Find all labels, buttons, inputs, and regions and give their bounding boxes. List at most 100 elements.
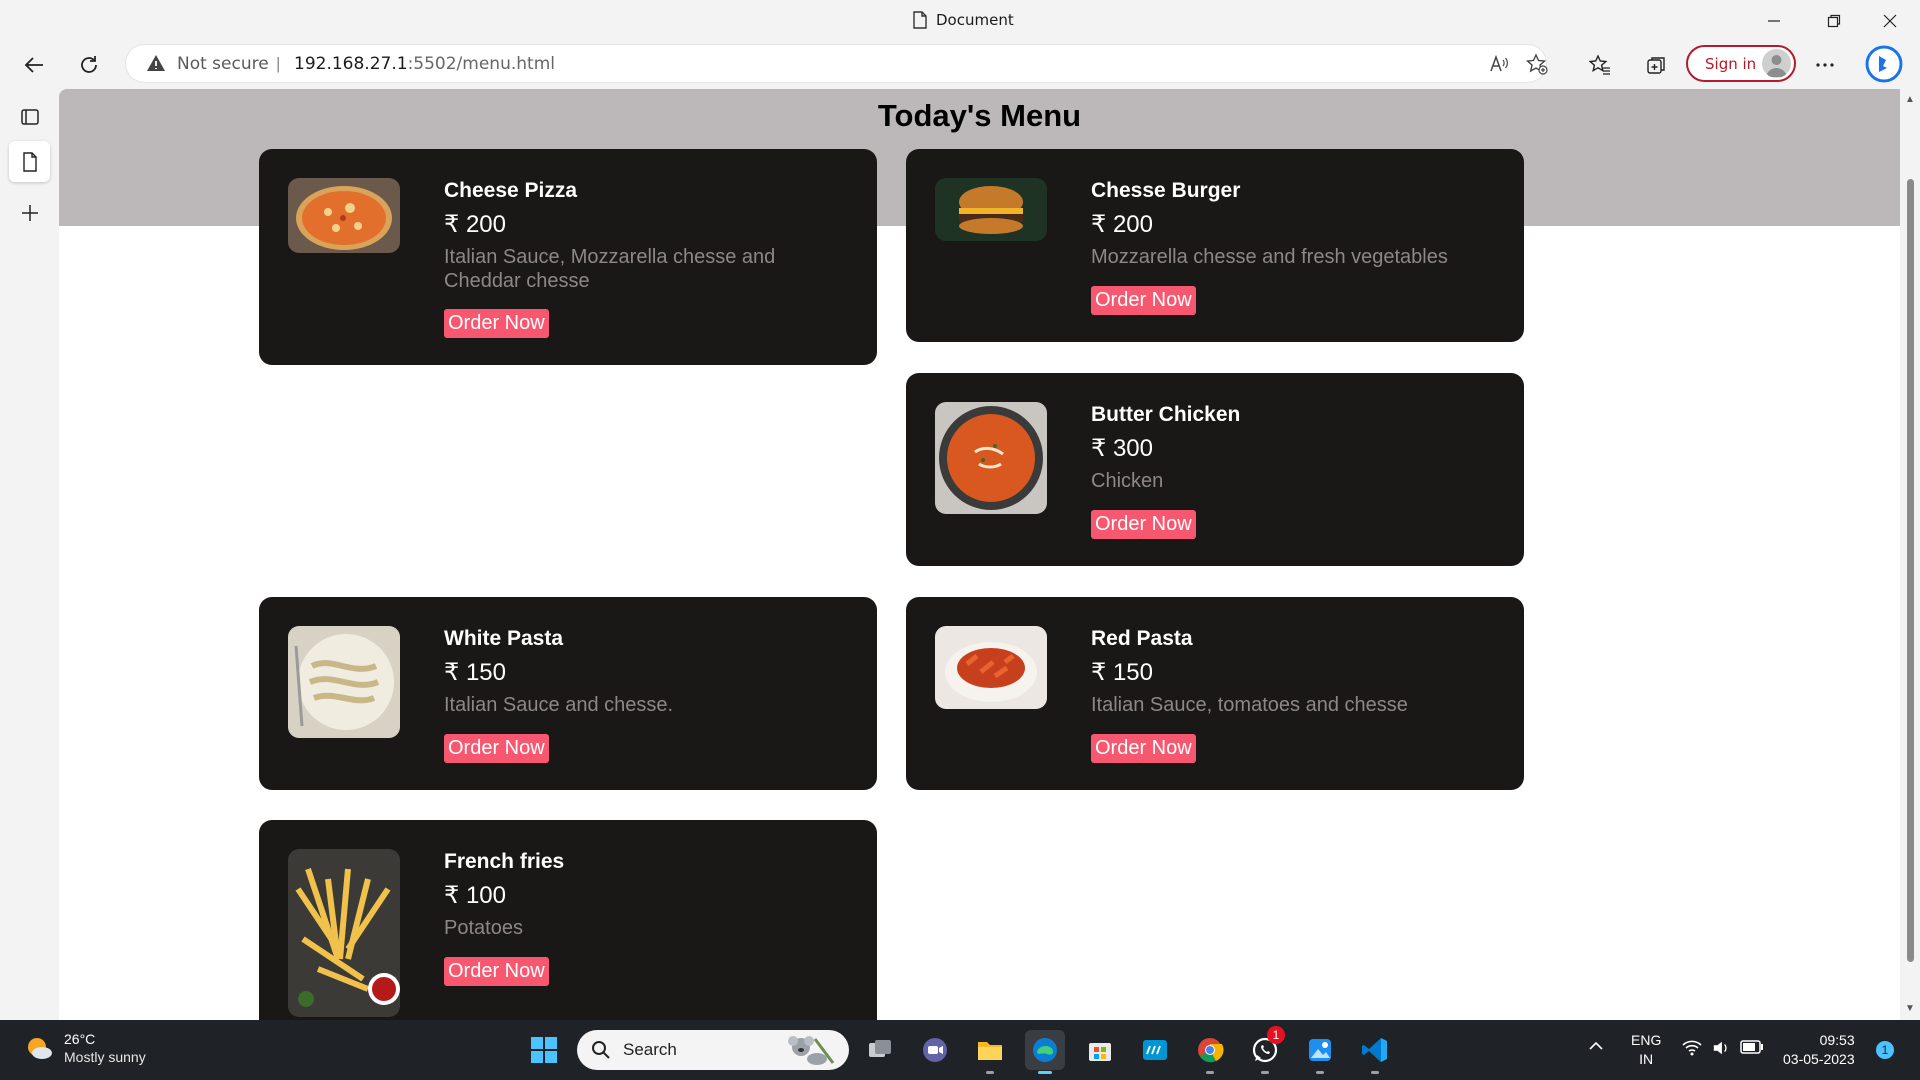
- item-name: Chesse Burger: [1091, 179, 1241, 202]
- photos-button[interactable]: [1300, 1030, 1340, 1074]
- back-arrow-icon: [24, 57, 43, 73]
- address-separator: |: [276, 54, 281, 73]
- item-name: Cheese Pizza: [444, 179, 578, 202]
- read-aloud-icon[interactable]: [1488, 53, 1510, 75]
- item-price: ₹ 200: [1091, 211, 1153, 238]
- url-host: 192.168.27.1: [294, 54, 408, 74]
- burger-image: [935, 178, 1047, 241]
- item-price: ₹ 150: [1091, 659, 1153, 686]
- notification-badge: 1: [1267, 1026, 1285, 1044]
- scrollbar-thumb[interactable]: [1907, 179, 1914, 962]
- security-status[interactable]: Not secure: [177, 54, 269, 74]
- battery-icon: [1740, 1040, 1763, 1054]
- item-name: White Pasta: [444, 627, 564, 650]
- clock[interactable]: 09:53 03-05-2023: [1783, 1031, 1855, 1069]
- window-title-text: Document: [936, 11, 1014, 29]
- tab-actions-button[interactable]: [9, 96, 50, 137]
- address-bar[interactable]: Not secure | 192.168.27.1:5502/menu.html: [126, 45, 1548, 82]
- sign-in-button[interactable]: Sign in: [1686, 45, 1796, 82]
- item-description: Italian Sauce and chesse.: [444, 694, 674, 716]
- refresh-icon: [81, 56, 97, 73]
- item-description: Potatoes: [444, 917, 523, 939]
- restore-icon: [1827, 14, 1841, 27]
- show-hidden-icons-button[interactable]: [1588, 1038, 1604, 1057]
- scroll-down-icon[interactable]: ▼: [1905, 1003, 1915, 1014]
- microsoft-store-button[interactable]: [1080, 1030, 1120, 1070]
- item-description: Italian Sauce, tomatoes and chesse: [1091, 694, 1408, 716]
- item-description: Mozzarella chesse and fresh vegetables: [1091, 246, 1448, 268]
- search-label: Search: [623, 1040, 677, 1059]
- url-text[interactable]: 192.168.27.1:5502/menu.html: [294, 54, 555, 74]
- minimize-icon: [1768, 19, 1780, 22]
- order-now-button[interactable]: Order Now: [444, 957, 549, 986]
- url-path: :5502/menu.html: [407, 54, 555, 74]
- start-button[interactable]: [524, 1030, 564, 1070]
- partly-sunny-icon: [28, 1038, 52, 1059]
- close-icon: [1883, 14, 1897, 27]
- file-explorer-button[interactable]: [970, 1030, 1010, 1074]
- order-now-button[interactable]: Order Now: [1091, 286, 1196, 315]
- myhp-button[interactable]: [1135, 1030, 1175, 1070]
- bing-copilot-button[interactable]: [1865, 45, 1903, 83]
- item-price: ₹ 150: [444, 659, 506, 686]
- collections-button[interactable]: [1637, 46, 1675, 84]
- taskbar-search[interactable]: Search: [577, 1030, 849, 1070]
- page-scrollbar[interactable]: ▲ ▼: [1900, 89, 1920, 1020]
- sign-in-label: Sign in: [1705, 54, 1757, 73]
- item-price: ₹ 200: [444, 211, 506, 238]
- photos-icon: [1309, 1039, 1331, 1061]
- wifi-icon: [1682, 1040, 1702, 1056]
- close-button[interactable]: [1862, 0, 1918, 41]
- new-tab-button[interactable]: [9, 192, 50, 233]
- language-indicator[interactable]: ENG IN: [1631, 1031, 1661, 1069]
- windows-logo-icon: [531, 1037, 557, 1063]
- running-indicator: [1038, 1071, 1052, 1074]
- more-options-button[interactable]: [1806, 46, 1844, 84]
- page-title: Today's Menu: [877, 98, 1082, 133]
- collections-icon: [1647, 57, 1665, 74]
- warning-icon[interactable]: [146, 53, 166, 73]
- chrome-button[interactable]: [1190, 1030, 1230, 1074]
- clock-date: 03-05-2023: [1783, 1051, 1855, 1067]
- page-icon: [22, 151, 37, 172]
- back-button[interactable]: [15, 46, 53, 84]
- scroll-up-icon[interactable]: ▲: [1905, 94, 1915, 105]
- edge-button[interactable]: [1025, 1030, 1065, 1074]
- window-title: Document: [912, 11, 1014, 29]
- window-titlebar: Document: [0, 0, 1920, 41]
- koala-highlight-icon: [788, 1036, 835, 1065]
- menu-card: French fries ₹ 100 Potatoes Order Now: [259, 820, 877, 1020]
- tab-document[interactable]: [9, 141, 50, 182]
- running-indicator: [1261, 1071, 1269, 1074]
- restore-button[interactable]: [1806, 0, 1862, 41]
- store-icon: [1089, 1043, 1111, 1061]
- task-view-button[interactable]: [860, 1030, 900, 1070]
- document-icon: [913, 11, 927, 29]
- item-name: Butter Chicken: [1091, 403, 1241, 426]
- volume-icon: [1713, 1041, 1727, 1055]
- windows-taskbar: 26°C Mostly sunny Search 1 ENG IN 09:53 …: [0, 1020, 1920, 1080]
- white-pasta-image: [288, 626, 400, 738]
- minimize-button[interactable]: [1746, 0, 1802, 41]
- order-now-button[interactable]: Order Now: [444, 309, 549, 338]
- teams-chat-button[interactable]: [915, 1030, 955, 1070]
- clock-time: 09:53: [1819, 1032, 1855, 1048]
- order-now-button[interactable]: Order Now: [444, 734, 549, 763]
- order-now-button[interactable]: Order Now: [1091, 734, 1196, 763]
- chat-icon: [923, 1038, 947, 1062]
- tab-actions-icon: [20, 108, 39, 125]
- cheese-pizza-image: [288, 178, 400, 253]
- system-tray-status[interactable]: [1682, 1040, 1764, 1056]
- favorites-button[interactable]: [1581, 46, 1619, 84]
- more-dots-icon: [1816, 63, 1834, 67]
- whatsapp-button[interactable]: 1: [1245, 1026, 1285, 1074]
- order-now-button[interactable]: Order Now: [1091, 510, 1196, 539]
- search-icon: [592, 1041, 610, 1059]
- vscode-button[interactable]: [1355, 1030, 1395, 1074]
- item-name: French fries: [444, 850, 565, 873]
- notification-center-badge[interactable]: 1: [1876, 1041, 1894, 1059]
- bing-logo-icon: [1865, 45, 1903, 83]
- add-favorite-icon[interactable]: [1526, 53, 1548, 75]
- weather-widget[interactable]: 26°C Mostly sunny: [24, 1030, 146, 1066]
- refresh-button[interactable]: [70, 46, 108, 84]
